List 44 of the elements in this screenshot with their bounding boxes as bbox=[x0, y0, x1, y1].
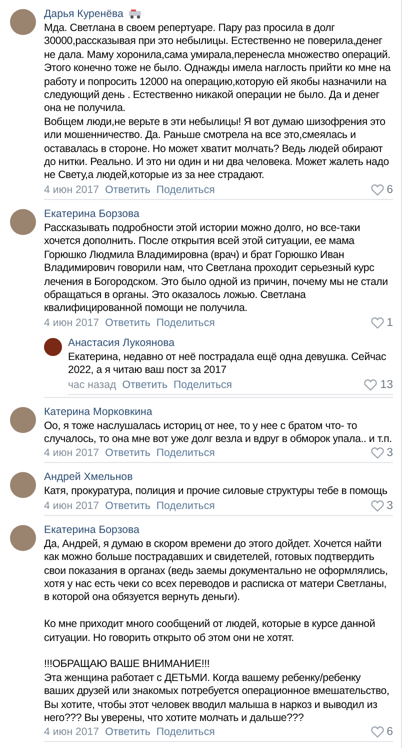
heart-icon[interactable] bbox=[364, 378, 378, 391]
comment-date: 4 июн 2017 bbox=[44, 316, 100, 329]
share-link[interactable]: Поделиться bbox=[156, 500, 215, 512]
reply-link[interactable]: Ответить bbox=[105, 184, 150, 196]
comment-text: Рассказывать подробности этой истории можно долго, но все-таки хочется дополнить. После открытия всей этой ситуации, ее мама Горюшко Людмила Владимировна (врач) и брат Горюшко Иван Владимирович говорили нам, что Светлана проходит серьезный курс лечения в Богородском. Это было одной из причин, почему мы не стали обращаться в органы. Это оказалось ложью. Светлана квалифицированной помощи не получила. bbox=[44, 222, 389, 316]
like-count: 3 bbox=[386, 447, 393, 460]
like-count: 6 bbox=[386, 726, 393, 738]
comment-text: Оо, я тоже наслушалась историц от нее, то у нее с братом что- то случалось, то она мне вот уже долг везла и вдруг в обморок упала.. и т.п. bbox=[44, 420, 393, 446]
share-link[interactable]: Поделиться bbox=[174, 378, 232, 391]
reply-link[interactable]: Ответить bbox=[105, 316, 150, 329]
share-link[interactable]: Поделиться bbox=[156, 184, 215, 196]
comment-date: 4 июн 2017 bbox=[44, 184, 100, 196]
share-link[interactable]: Поделиться bbox=[156, 316, 215, 329]
comment-date: 4 июн 2017 bbox=[44, 447, 100, 460]
reply-link[interactable]: Ответить bbox=[105, 726, 150, 738]
reply-link[interactable]: Ответить bbox=[105, 447, 150, 460]
reply-link[interactable]: Ответить bbox=[122, 378, 168, 391]
author-name[interactable]: Катерина Морковкина bbox=[44, 406, 152, 418]
author-name[interactable]: Екатерина Борзова bbox=[44, 208, 140, 220]
author-name[interactable]: Анастасия Лукоянова bbox=[68, 336, 175, 349]
share-link[interactable]: Поделиться bbox=[156, 726, 215, 738]
comment-date: час назад bbox=[68, 378, 116, 391]
comment-text: Да, Андрей, я думаю в скором времени до этого дойдет. Хочется найти как можно больше пострадавших и свидетелей, готовых подтвердить свои показания в органах (ведь заемы документально не оформлялись, хотя у нас есть чеки со всех переводов и расписка от матери Светланы, в которой она обязуется вернуть деньги). Ко мне приходит много сообщений от людей, которые в курсе данной ситуации. Но говорить открыто об этом они не хотят. !!!ОБРАЩАЮ ВАШЕ ВНИМАНИЕ!!! Эта женщина работает с ДЕТЬМИ. Когда вашему ребенку/ребенку ваших друзей или знакомых потребуется операционное вмешательство, Вы хотите, чтобы этот человек вводил малыша в наркоз и выводил из него??? Вы уверены, что хотите молчать и дальше??? bbox=[44, 538, 390, 726]
like-count: 1 bbox=[386, 316, 393, 329]
share-link[interactable]: Поделиться bbox=[156, 447, 215, 460]
author-name[interactable]: Андрей Хмельнов bbox=[44, 471, 133, 484]
heart-icon[interactable] bbox=[370, 500, 384, 512]
heart-icon[interactable] bbox=[370, 447, 384, 460]
comment-date: 4 июн 2017 bbox=[44, 726, 100, 738]
reply-link[interactable]: Ответить bbox=[105, 500, 150, 512]
author-name[interactable]: Дарья Куренёва bbox=[44, 8, 124, 20]
comment-text: Екатерина, недавно от неё пострадала ещё одна девушка. Сейчас 2022, а я читаю ваш пост за 2017 bbox=[68, 350, 388, 378]
like-count: 3 bbox=[386, 500, 393, 512]
avatar-photo[interactable] bbox=[44, 338, 62, 356]
comment-date: 4 июн 2017 bbox=[44, 500, 100, 512]
like-count: 6 bbox=[386, 184, 393, 196]
like-count: 13 bbox=[380, 378, 393, 391]
heart-icon[interactable] bbox=[370, 184, 384, 196]
car-icon bbox=[128, 9, 142, 19]
heart-icon[interactable] bbox=[370, 726, 384, 738]
heart-icon[interactable] bbox=[370, 316, 384, 329]
comment-text: Мда. Светлана в своем репертуаре. Пару раз просила в долг 30000,рассказывая при это небылицы. Естественно не поверила,денег не дала. Маму хоронила,сама умирала,перенесла множество операций. Этого конечно тоже не было. Однажды имела наглость прийти ко мне на работу и попросить 12000 на операцию,которую ей якобы назначили на следующий день . Естественно никакой операции не было. Да и денег она не получила. Вобщем люди,не верьте в эти небылицы! Я вот думаю шизофрения это или мошенничество. Да. Раньше смотрела на все это,смеялась и оставалась в стороне. Но может хватит молчать? Ведь людей обирают до нитки. Реально. И это ни один и ни два человека. Может жалеть надо не Свету,а людей,которые из за нее страдают. bbox=[44, 22, 392, 183]
author-name[interactable]: Екатерина Борзова bbox=[44, 524, 140, 536]
comment-text: Катя, прокуратура, полиция и прочие силовые структуры тебе в помощь bbox=[44, 485, 388, 499]
